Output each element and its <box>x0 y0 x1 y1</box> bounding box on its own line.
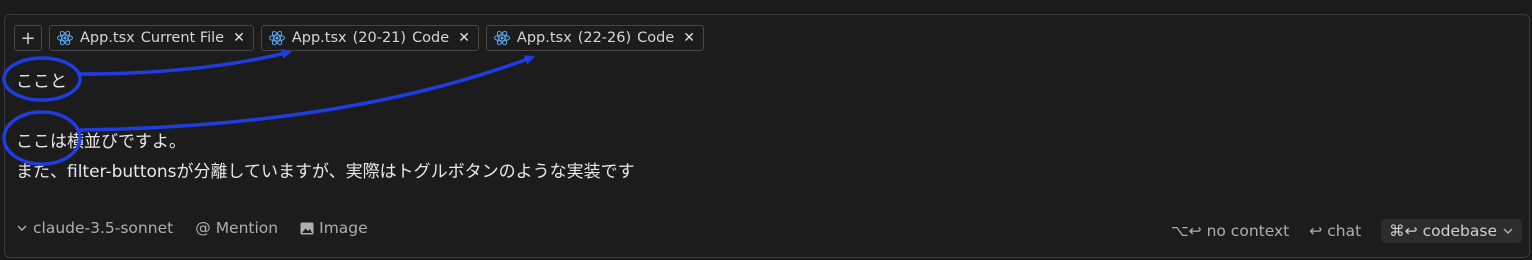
option-enter-keys: ⌥↩ <box>1170 222 1202 240</box>
mention-label: Mention <box>215 219 279 237</box>
chip-range: (20-21) <box>352 30 407 46</box>
no-context-label: no context <box>1206 222 1290 240</box>
chevron-down-icon <box>17 225 27 231</box>
react-icon <box>268 30 285 46</box>
chat-button[interactable]: ↩ chat <box>1309 222 1361 240</box>
image-label: Image <box>319 219 368 237</box>
at-icon: @ <box>195 219 211 237</box>
chat-label: chat <box>1327 222 1362 240</box>
editor-line-3[interactable]: また、filter-buttonsが分離していますが、実際はトグルボタンのような… <box>16 157 635 182</box>
chip-file-name: App.tsx <box>291 30 347 46</box>
editor-line-2[interactable]: ここは横並びですよ。 <box>16 127 186 152</box>
react-icon <box>493 30 510 46</box>
chip-file-name: App.tsx <box>80 30 135 46</box>
chip-range: (22-26) <box>577 30 632 46</box>
footer-left: claude-3.5-sonnet @ Mention Image <box>16 219 390 237</box>
context-tabs: + App.tsx Current File ✕ App.tsx (20-21)… <box>14 25 704 51</box>
react-icon <box>57 30 73 46</box>
model-name: claude-3.5-sonnet <box>33 219 174 237</box>
chip-file-name: App.tsx <box>516 30 572 46</box>
enter-key-icon: ↩ <box>1309 222 1323 240</box>
add-context-button[interactable]: + <box>14 25 42 51</box>
close-icon[interactable]: ✕ <box>683 30 695 46</box>
context-chip-code-20-21[interactable]: App.tsx (20-21) Code ✕ <box>260 25 479 51</box>
chip-kind: Code <box>412 30 450 46</box>
chip-suffix: Current File <box>140 30 225 46</box>
context-chip-code-22-26[interactable]: App.tsx (22-26) Code ✕ <box>485 25 704 51</box>
chevron-down-icon <box>1503 228 1513 234</box>
footer-right: ⌥↩ no context ↩ chat ⌘↩ codebase <box>1151 219 1522 243</box>
context-chip-current-file[interactable]: App.tsx Current File ✕ <box>49 25 254 51</box>
close-icon[interactable]: ✕ <box>233 30 245 46</box>
model-selector[interactable]: claude-3.5-sonnet <box>16 219 173 237</box>
plus-icon: + <box>20 27 36 49</box>
close-icon[interactable]: ✕ <box>458 30 470 46</box>
mention-button[interactable]: @ Mention <box>195 219 278 237</box>
codebase-button[interactable]: ⌘↩ codebase <box>1381 219 1522 243</box>
chip-kind: Code <box>637 30 675 46</box>
editor-line-1[interactable]: ここと <box>16 67 67 92</box>
image-button[interactable]: Image <box>300 219 368 237</box>
codebase-label: codebase <box>1422 222 1497 240</box>
command-enter-keys: ⌘↩ <box>1389 222 1418 240</box>
no-context-button[interactable]: ⌥↩ no context <box>1171 222 1290 240</box>
image-icon <box>300 222 314 234</box>
